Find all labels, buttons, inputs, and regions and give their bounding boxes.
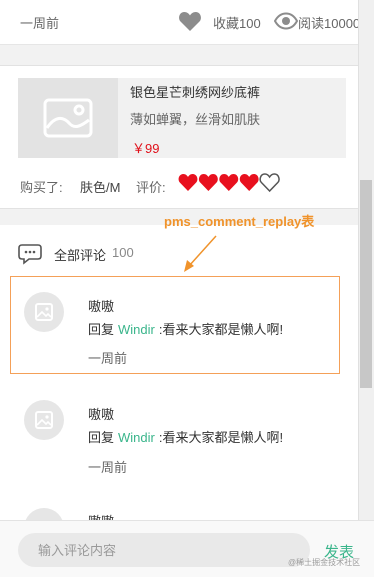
comment-time: 一周前 [88,351,128,366]
section-divider [0,45,358,66]
annotation-arrow [184,235,217,272]
post-meta-bar: 一周前 收藏100 阅读10000 [0,0,361,45]
annotation-label: pms_comment_replay表 [164,214,315,229]
product-price: ￥99 [132,141,160,156]
product-name: 银色星芒刺绣网纱底裤 [130,85,261,100]
reply-text: :看来大家都是懒人啊! [158,430,284,445]
reply-to-user[interactable]: Windir [118,322,155,337]
avatar-placeholder-icon [35,411,53,429]
reply-line: 回复 Windir:看来大家都是懒人啊! [88,427,283,446]
commenter-name: 嗷嗷 [88,407,115,422]
reply-text: :看来大家都是懒人啊! [158,322,284,337]
image-placeholder-icon [43,98,93,138]
watermark: @稀土掘金技术社区 [288,558,361,567]
heart-filled-icon [219,174,239,191]
avatar-placeholder-icon [35,303,53,321]
read-count: 阅读10000 [298,16,361,31]
heart-filled-icon [198,174,218,191]
commenter-name: 嗷嗷 [88,299,115,314]
purchased-variant: 肤色/M [80,180,121,195]
reply-prefix: 回复 [88,322,115,337]
reply-to-user[interactable]: Windir [118,430,155,445]
reply-prefix: 回复 [88,430,115,445]
comment-input[interactable] [18,533,310,567]
favorite-count[interactable]: 收藏100 [213,13,261,32]
product-card[interactable]: 银色星芒刺绣网纱底裤 薄如蝉翼，丝滑如肌肤 ￥99 [18,78,346,158]
eye-icon [274,12,298,30]
comments-count: 100 [112,245,134,260]
heart-icon[interactable] [178,10,202,32]
heart-filled-icon [178,174,198,191]
comment-icon [18,244,42,265]
comment-time: 一周前 [88,460,128,475]
rating-label: 评价: [136,180,166,195]
heart-empty-icon [259,173,280,193]
bought-label: 购买了: [20,180,63,195]
product-thumbnail [18,78,118,158]
avatar[interactable] [24,400,64,440]
scrollbar-thumb[interactable] [360,180,372,388]
product-description: 薄如蝉翼，丝滑如肌肤 [130,112,261,127]
heart-filled-icon [239,174,259,191]
comments-title: 全部评论 [54,248,107,263]
post-time: 一周前 [20,16,60,31]
avatar[interactable] [24,292,64,332]
reply-line: 回复 Windir:看来大家都是懒人啊! [88,319,283,338]
rating-hearts [178,173,280,193]
